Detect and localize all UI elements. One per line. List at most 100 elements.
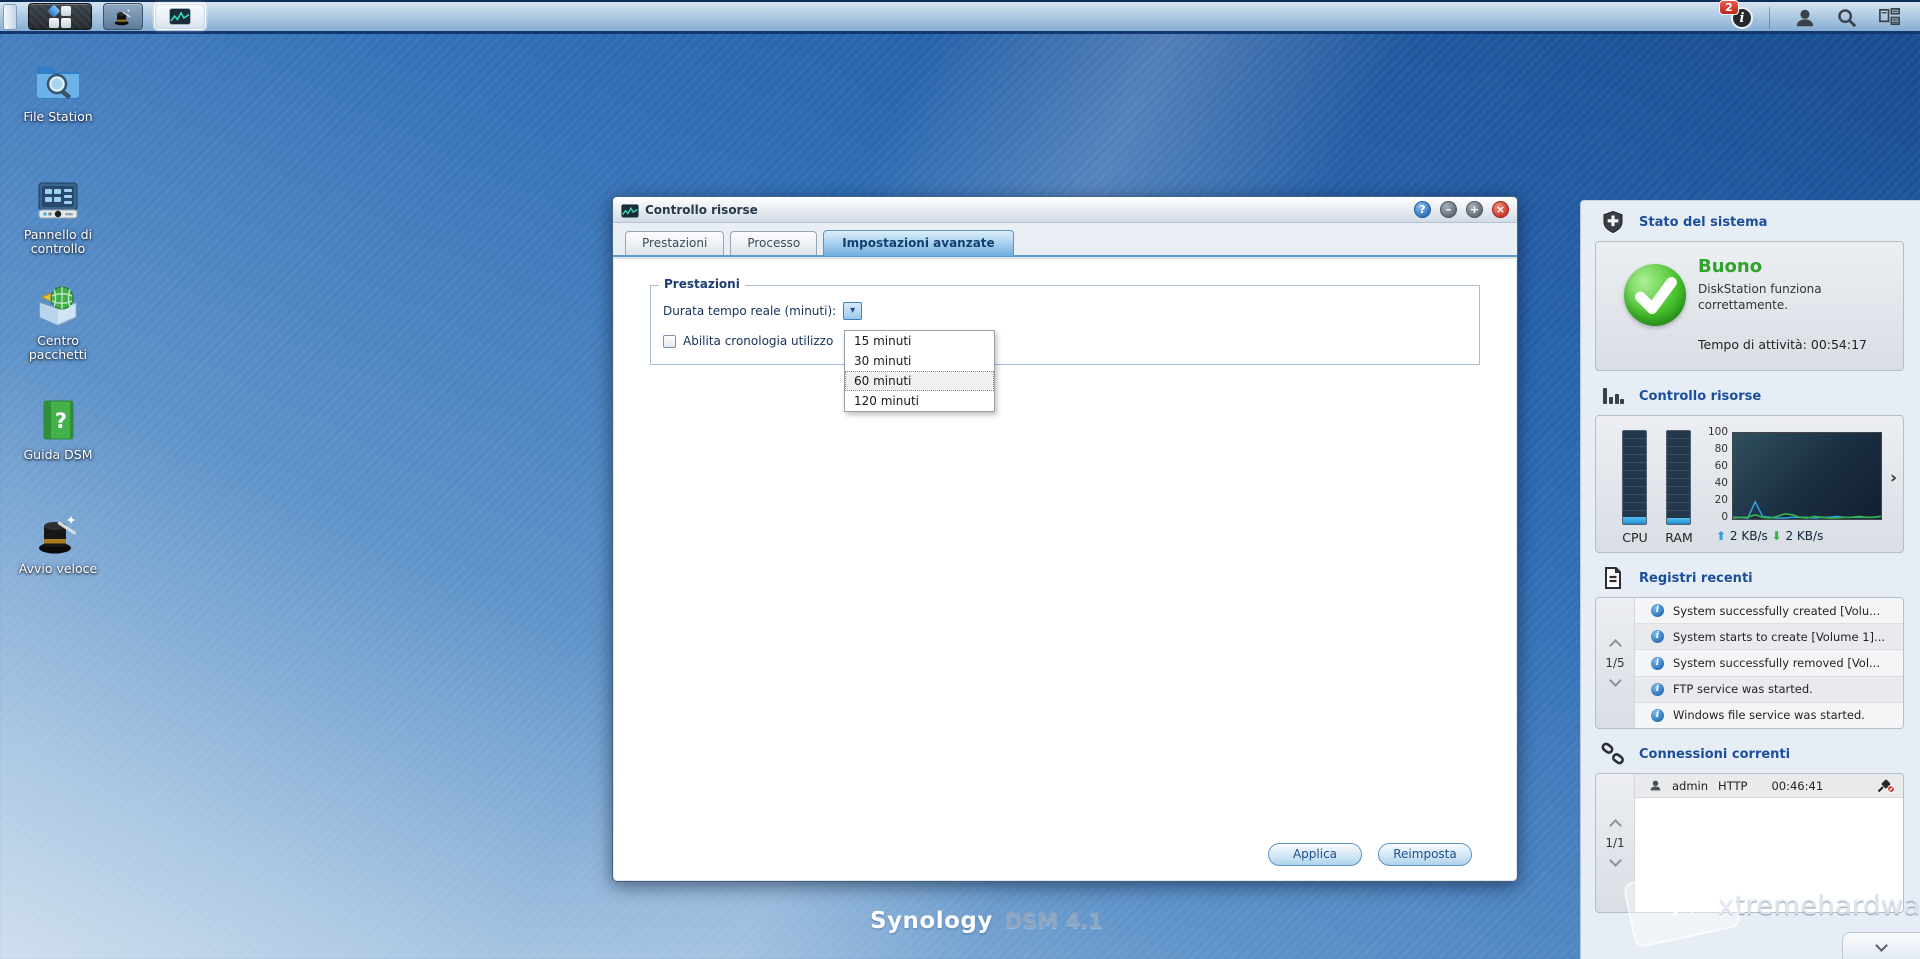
logs-pager-down[interactable] (1609, 674, 1622, 687)
tab-processo[interactable]: Processo (730, 231, 817, 255)
window-body: Prestazioni Durata tempo reale (minuti):… (614, 259, 1516, 880)
section-legend: Prestazioni (659, 277, 745, 291)
tab-impostazioni-avanzate[interactable]: Impostazioni avanzate (823, 230, 1013, 256)
search-button[interactable] (1834, 6, 1860, 30)
desktop-icon-dsm-help[interactable]: ?Guida DSM (8, 396, 108, 462)
chevron-down-icon (1875, 939, 1888, 952)
dropdown-option-30-minuti[interactable]: 30 minuti (845, 351, 994, 371)
main-menu-button[interactable] (28, 3, 92, 30)
apply-button[interactable]: Applica (1268, 843, 1362, 866)
desktop-icon-quick-start[interactable]: Avvio veloce (8, 510, 108, 576)
dropdown-option-15-minuti[interactable]: 15 minuti (845, 331, 994, 351)
pilot-view-button[interactable] (1876, 6, 1902, 30)
download-arrow-icon: ⬇ (1772, 529, 1782, 543)
chain-link-icon (1601, 742, 1625, 766)
resource-monitor-taskbar-button[interactable] (154, 3, 206, 30)
dropdown-option-60-minuti[interactable]: 60 minuti (845, 371, 994, 391)
logs-pager-count: 1/5 (1605, 656, 1624, 670)
duration-dropdown-list: 15 minuti30 minuti60 minuti120 minuti (844, 330, 995, 412)
system-status-panel: Buono DiskStation funziona correttamente… (1595, 241, 1904, 371)
network-chart-svg (1732, 432, 1882, 520)
desktop-icon-label: Centro pacchetti (8, 334, 108, 363)
upload-arrow-icon: ⬆ (1716, 529, 1726, 543)
status-ok-icon (1624, 264, 1686, 326)
desktop-icon-file-station[interactable]: File Station (8, 58, 108, 124)
bar-chart-icon (1601, 384, 1625, 408)
window-titlebar[interactable]: Controllo risorse ? – + × (613, 197, 1517, 223)
log-entry: iFTP service was started. (1635, 677, 1903, 703)
performance-section: Prestazioni Durata tempo reale (minuti):… (650, 285, 1480, 365)
dsm-version: DSM 4.1 (1005, 909, 1103, 933)
window-title: Controllo risorse (645, 203, 1405, 217)
watermark-logo: ✕ (1622, 861, 1741, 948)
status-value: Buono (1698, 256, 1762, 277)
magic-hat-icon (112, 6, 134, 28)
watermark: ✕ xtremehardware.com (1628, 872, 1920, 938)
maximize-button[interactable]: + (1466, 201, 1483, 218)
tab-prestazioni[interactable]: Prestazioni (625, 231, 724, 255)
cpu-label: CPU (1615, 530, 1655, 545)
user-menu-button[interactable] (1792, 6, 1818, 30)
log-entry: iWindows file service was started. (1635, 703, 1903, 728)
duration-dropdown[interactable]: ▾ (843, 302, 862, 320)
recent-logs-title: Registri recenti (1639, 571, 1753, 586)
recent-logs-panel: 1/5 i System successfully created [Volu..… (1595, 597, 1904, 729)
disconnect-icon[interactable] (1877, 779, 1895, 793)
info-icon: i (1651, 683, 1664, 696)
resource-monitor-title: Controllo risorse (1639, 389, 1761, 404)
log-document-icon (1601, 566, 1625, 590)
resource-monitor-window-icon (621, 203, 639, 217)
history-checkbox[interactable] (663, 335, 676, 348)
log-entry-text: System successfully created [Volu... (1673, 604, 1880, 618)
open-resource-monitor-chevron[interactable]: › (1890, 468, 1897, 488)
duration-label: Durata tempo reale (minuti): (663, 304, 836, 318)
minimize-button[interactable]: – (1440, 201, 1457, 218)
quick-start-icon (34, 510, 82, 558)
log-entry: i System successfully created [Volu... (1635, 598, 1903, 624)
connection-user-icon (1649, 779, 1662, 792)
log-entry-text: System starts to create [Volume 1]... (1673, 630, 1885, 644)
log-entry: i System starts to create [Volume 1]... (1635, 624, 1903, 650)
log-entry-text: Windows file service was started. (1673, 708, 1865, 722)
download-value: 2 KB/s (1785, 529, 1823, 543)
dsm-branding: Synology DSM 4.1 (870, 908, 1103, 934)
notification-badge: 2 (1719, 0, 1739, 15)
connections-title: Connessioni correnti (1639, 747, 1790, 762)
sidebar-collapse-tab[interactable] (1842, 932, 1920, 959)
tab-strip: PrestazioniProcessoImpostazioni avanzate (613, 223, 1517, 257)
resource-monitor-panel: CPU RAM 100806040200 ⬆ 2 KB/s ⬇ 2 KB/s › (1595, 415, 1904, 553)
system-health-sidebar: Stato del sistema Buono DiskStation funz… (1580, 200, 1920, 959)
shield-icon (1601, 210, 1625, 234)
desktop-icon-package-center[interactable]: Centro pacchetti (8, 282, 108, 363)
file-station-icon (34, 58, 82, 106)
connections-pager-down[interactable] (1609, 854, 1622, 867)
quick-start-taskbar-button[interactable] (103, 3, 143, 30)
info-icon: i (1651, 604, 1664, 617)
cpu-meter-fill (1623, 517, 1646, 524)
history-checkbox-label: Abilita cronologia utilizzo (683, 334, 833, 348)
main-menu-icon (49, 6, 71, 28)
uptime-label: Tempo di attività: 00:54:17 (1698, 337, 1867, 352)
connection-protocol: HTTP (1718, 779, 1747, 793)
dropdown-option-120-minuti[interactable]: 120 minuti (845, 391, 994, 411)
show-desktop-button[interactable] (3, 4, 17, 30)
ram-label: RAM (1659, 530, 1699, 545)
logs-pager-up[interactable] (1609, 639, 1622, 652)
brand-logo-text: Synology (870, 908, 993, 934)
connection-row: admin HTTP 00:46:41 (1635, 774, 1903, 798)
person-icon (1794, 7, 1816, 29)
control-panel-icon (34, 176, 82, 224)
close-button[interactable]: × (1492, 201, 1509, 218)
notifications-button[interactable]: i 2 (1731, 7, 1770, 29)
connections-pager-up[interactable] (1609, 819, 1622, 832)
desktop-icon-control-panel[interactable]: Pannello di controllo (8, 176, 108, 257)
resource-monitor-icon (169, 8, 191, 25)
widgets-icon (1878, 6, 1901, 29)
reset-button[interactable]: Reimposta (1378, 843, 1472, 866)
search-icon (1836, 7, 1858, 29)
info-icon: i (1651, 630, 1664, 643)
help-button[interactable]: ? (1414, 201, 1431, 218)
upload-value: 2 KB/s (1730, 529, 1768, 543)
desktop-icon-label: Guida DSM (8, 448, 108, 462)
network-chart-axis: 100806040200 (1698, 427, 1728, 523)
